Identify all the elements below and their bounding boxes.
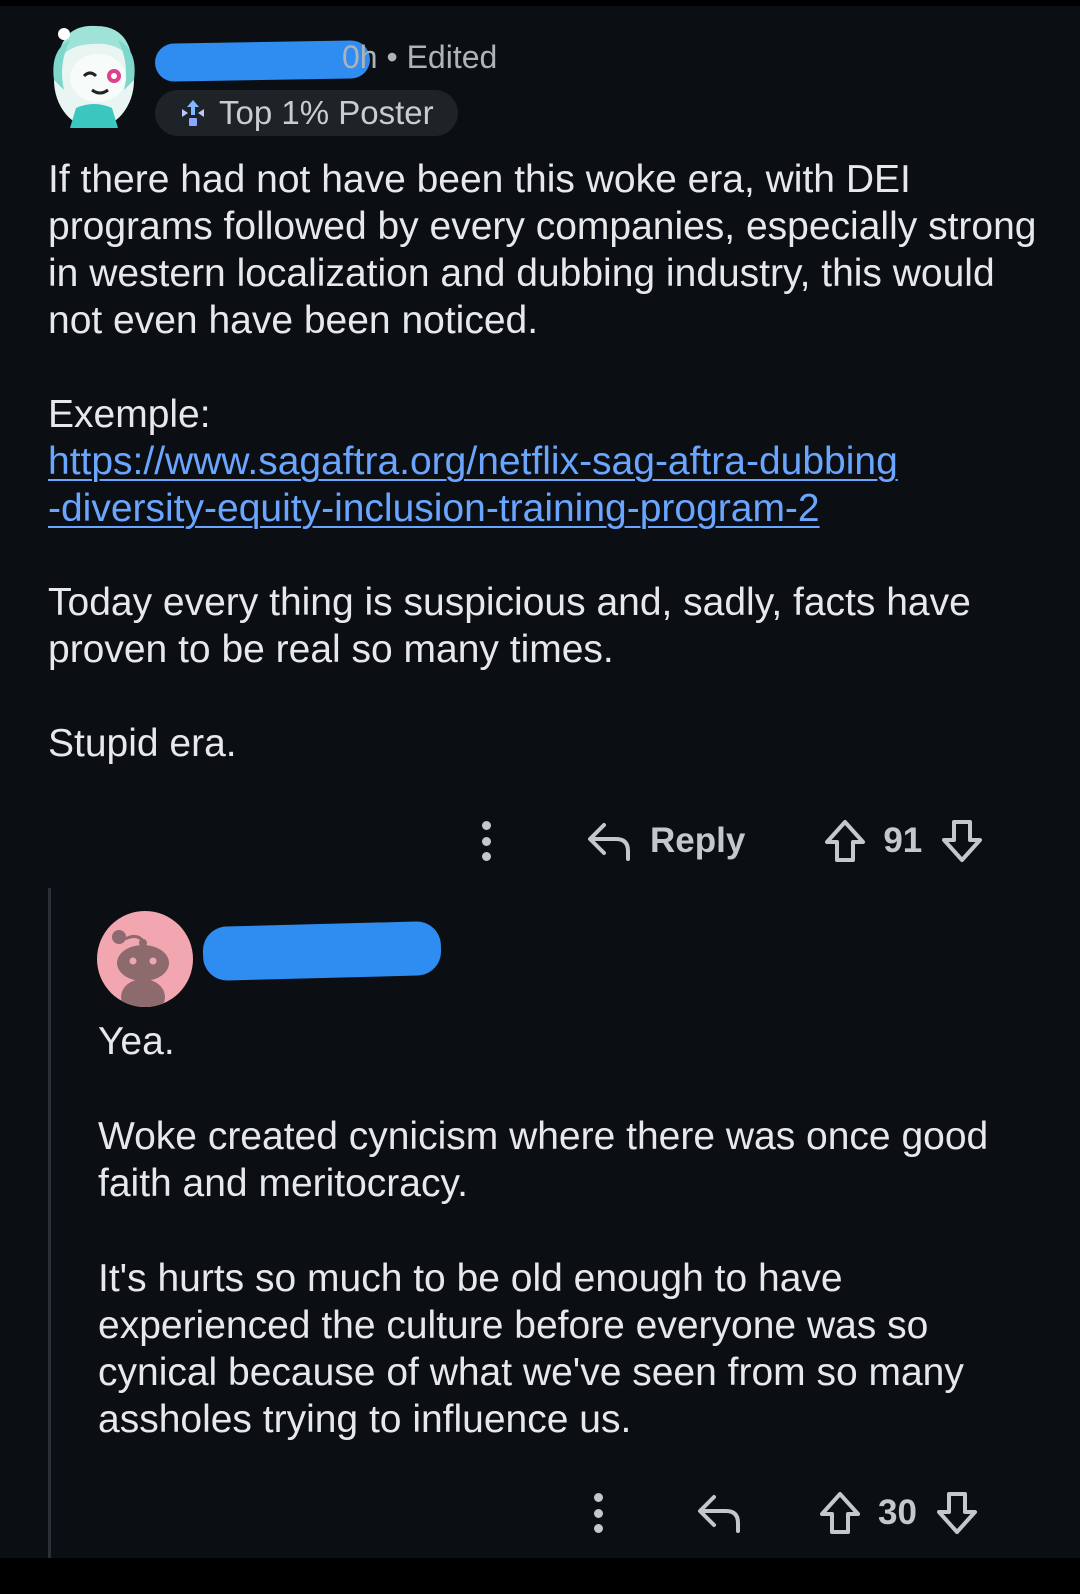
comment-actions: Reply 91 [476, 818, 984, 864]
downvote-icon[interactable] [935, 1490, 979, 1536]
reply-paragraph: Woke created cynicism where there was on… [98, 1115, 989, 1205]
top-poster-icon [182, 100, 204, 126]
comment-meta: 0h • Edited [342, 39, 497, 76]
comment-paragraph: Today every thing is suspicious and, sad… [48, 581, 971, 671]
screen-bottom-edge [0, 1558, 1080, 1594]
comment-link[interactable]: https://www.sagaftra.org/netflix-sag-aft… [48, 438, 1038, 532]
link-line-1[interactable]: https://www.sagaftra.org/netflix-sag-aft… [48, 440, 898, 483]
default-snoo-icon [112, 930, 169, 1007]
edited-label: Edited [406, 39, 498, 75]
redacted-username [202, 920, 442, 982]
comment-paragraph: If there had not have been this woke era… [48, 158, 1037, 342]
link-line-2[interactable]: -diversity-equity-inclusion-training-pro… [48, 487, 820, 530]
snoo-avatar-icon [53, 25, 135, 128]
reply-avatar[interactable] [97, 911, 193, 1007]
reply-actions: 30 [588, 1490, 979, 1536]
comment-paragraph: Stupid era. [48, 722, 237, 765]
upvote-icon[interactable] [823, 818, 867, 864]
reply-icon [588, 823, 630, 861]
redacted-username [154, 40, 371, 82]
upvote-icon[interactable] [818, 1490, 862, 1536]
more-options-icon[interactable] [476, 821, 496, 861]
reply-paragraph: It's hurts so much to be old enough to h… [98, 1257, 964, 1441]
more-options-icon[interactable] [588, 1493, 608, 1533]
comment-time: 0h [342, 39, 378, 75]
user-flair: Top 1% Poster [155, 90, 458, 136]
reply-label: Reply [650, 821, 746, 860]
reply-paragraph: Yea. [98, 1020, 175, 1063]
example-label: Exemple: [48, 393, 211, 436]
thread-line[interactable] [48, 888, 51, 1558]
user-avatar[interactable] [48, 20, 140, 132]
meta-separator: • [386, 39, 398, 75]
vote-score: 30 [878, 1493, 917, 1532]
downvote-icon[interactable] [940, 818, 984, 864]
reply-icon[interactable] [696, 1491, 744, 1535]
vote-score: 91 [883, 821, 923, 860]
reply-button[interactable]: Reply [586, 819, 745, 863]
comment-thread: 0h • Edited Top 1% Poster If there had n… [0, 0, 1080, 1594]
flair-label: Top 1% Poster [219, 94, 434, 131]
comment-body: If there had not have been this woke era… [48, 156, 1038, 767]
reply-body: Yea. Woke created cynicism where there w… [98, 1018, 1048, 1443]
